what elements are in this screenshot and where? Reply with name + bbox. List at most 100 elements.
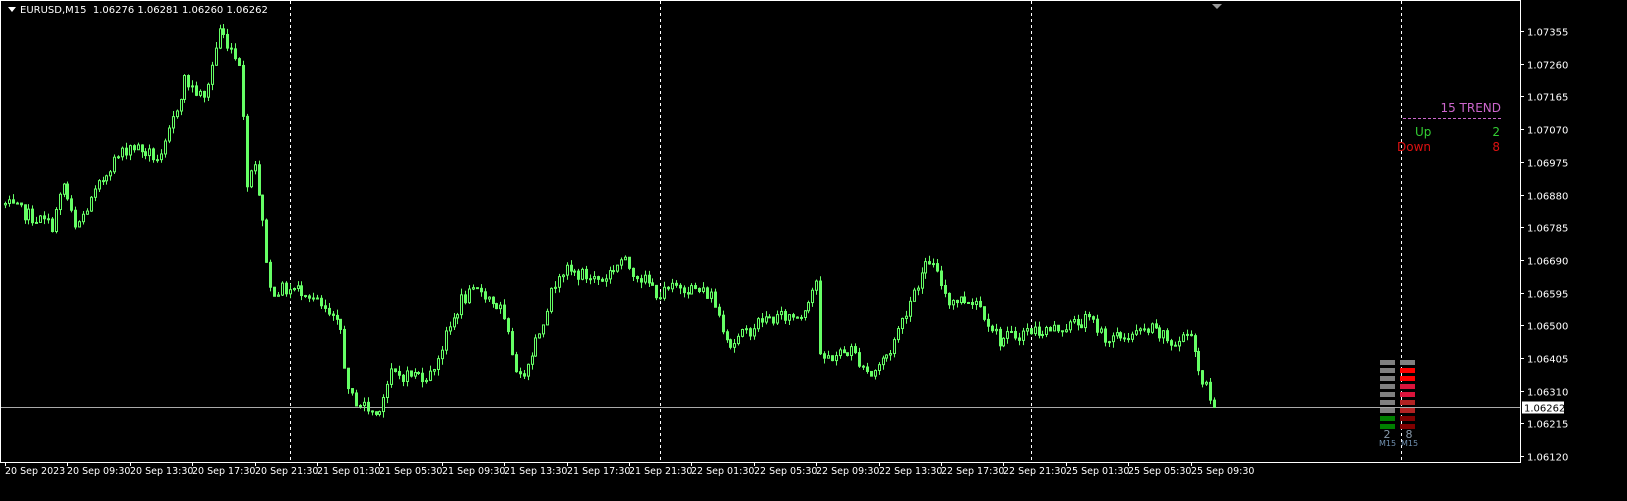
candle-body [675, 282, 678, 286]
candle-body [59, 193, 62, 211]
candle-body [636, 275, 639, 280]
time-tick-label: 20 Sep 21:30 [255, 466, 318, 477]
candle-body [753, 328, 756, 337]
candle-body [129, 145, 132, 156]
strength-bar [1380, 400, 1395, 405]
candle-body [1100, 328, 1103, 333]
candle-body [468, 288, 471, 304]
candle-body [585, 268, 588, 280]
candle-body [488, 296, 491, 300]
candle-body [1073, 319, 1076, 323]
chart-header: EURUSD,M15 1.06276 1.06281 1.06260 1.062… [8, 5, 268, 16]
candle-body [1049, 326, 1052, 332]
strength-bar [1380, 408, 1395, 413]
candle-body [425, 379, 428, 383]
candle-body [269, 261, 272, 288]
candle-body [363, 401, 366, 407]
candle-body [429, 370, 432, 381]
candle-body [168, 127, 171, 142]
candle-body [534, 337, 537, 357]
candle-body [148, 148, 151, 157]
candle-body [464, 294, 467, 304]
candle-body [706, 287, 709, 299]
time-tick-label: 22 Sep 21:30 [1003, 466, 1066, 477]
candle-body [480, 287, 483, 293]
candle-body [671, 282, 674, 290]
candle-body [570, 264, 573, 272]
candle-body [102, 180, 105, 183]
candle-body [1018, 337, 1021, 341]
price-tick-label: 1.06405 [1527, 355, 1568, 366]
down-timeframe: M15 [1401, 439, 1419, 448]
candle-body [928, 261, 931, 265]
candle-body [690, 285, 693, 295]
candle-body [437, 358, 440, 371]
candle-body [1123, 337, 1126, 340]
candle-body [870, 370, 873, 377]
candle-body [924, 261, 927, 274]
price-tick-label: 1.07355 [1527, 28, 1568, 39]
candle-body [593, 276, 596, 280]
candle-body [1162, 330, 1165, 339]
candle-body [527, 363, 530, 377]
candle-body [226, 33, 229, 49]
candle-body [456, 314, 459, 319]
price-tick-label: 1.07260 [1527, 61, 1568, 72]
candle-body [616, 264, 619, 272]
candle-body [745, 328, 748, 331]
candle-body [359, 405, 362, 408]
candle-body [297, 285, 300, 290]
candle-body [729, 339, 732, 348]
candle-body [741, 329, 744, 337]
candle-body [355, 392, 358, 407]
price-tick-label: 1.06690 [1527, 257, 1568, 268]
candle-body [242, 64, 245, 117]
candle-body [16, 202, 19, 205]
candle-body [63, 183, 66, 195]
candle-body [336, 314, 339, 320]
trend-down-value: 8 [1492, 140, 1500, 154]
candle-body [339, 318, 342, 330]
candle-body [12, 199, 15, 204]
candle-body [917, 287, 920, 291]
time-tick-label: 20 Sep 09:30 [67, 466, 130, 477]
candle-body [885, 354, 888, 359]
candle-body [347, 367, 350, 390]
candle-body [152, 148, 155, 161]
candle-body [1170, 340, 1173, 346]
candle-body [105, 175, 108, 182]
price-tick-label: 1.06215 [1527, 420, 1568, 431]
candle-body [804, 310, 807, 318]
candle-body [453, 317, 456, 328]
candle-body [90, 196, 93, 212]
candle-body [780, 310, 783, 316]
candle-body [141, 144, 144, 153]
candle-body [862, 365, 865, 368]
strength-bar [1400, 384, 1415, 389]
candle-body [382, 397, 385, 413]
time-tick-label: 21 Sep 17:30 [567, 466, 630, 477]
candle-body [125, 147, 128, 156]
candle-body [624, 256, 627, 261]
candle-body [82, 213, 85, 223]
price-tick-label: 1.07070 [1527, 126, 1568, 137]
candle-body [261, 194, 264, 221]
candle-body [1147, 328, 1150, 333]
candle-body [113, 156, 116, 173]
time-tick-label: 20 Sep 17:30 [192, 466, 255, 477]
candle-body [577, 270, 580, 280]
candle-body [203, 90, 206, 98]
time-tick-label: 22 Sep 17:30 [941, 466, 1004, 477]
candle-body [874, 370, 877, 377]
current-price-label: 1.06262 [1524, 404, 1565, 415]
candle-body [620, 259, 623, 266]
candle-body [304, 295, 307, 298]
candle-body [66, 183, 69, 200]
dropdown-triangle-icon[interactable] [8, 7, 16, 12]
ohlc-low: 1.06260 [181, 5, 224, 16]
strength-bar [1380, 392, 1395, 397]
candle-body [772, 316, 775, 324]
candle-body [1080, 324, 1083, 329]
candle-body [679, 284, 682, 289]
candle-body [1131, 333, 1134, 340]
